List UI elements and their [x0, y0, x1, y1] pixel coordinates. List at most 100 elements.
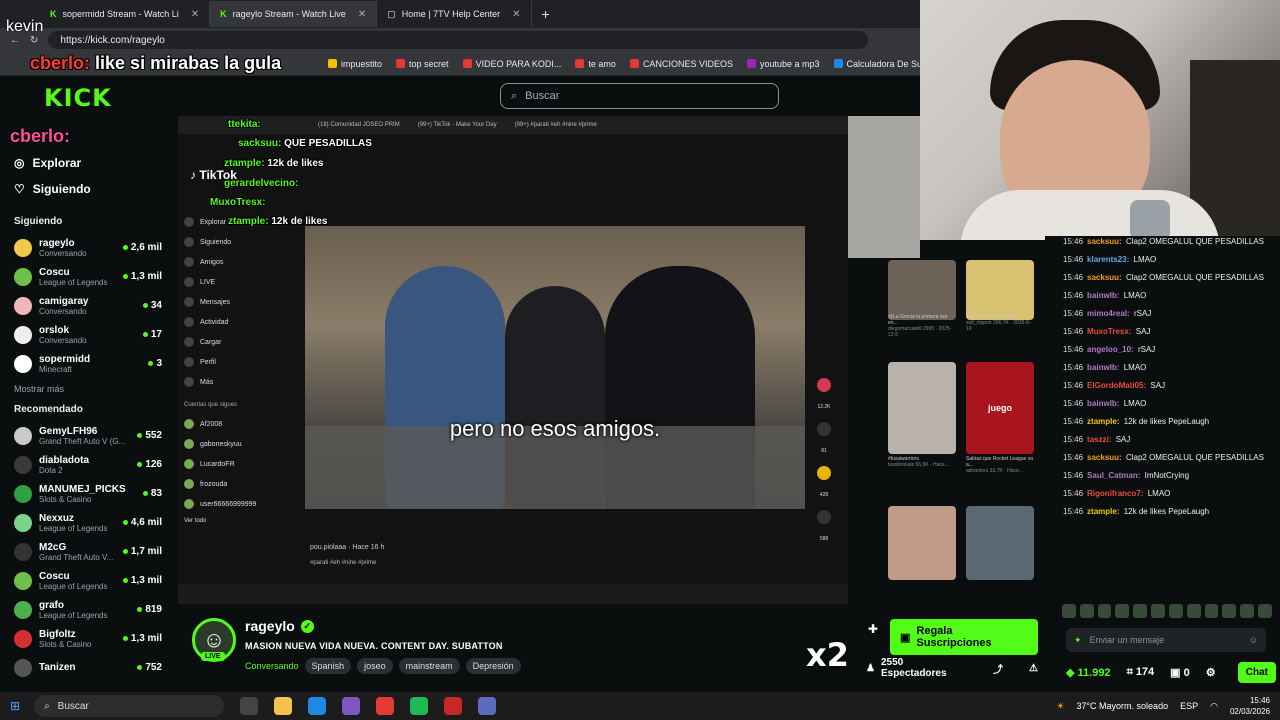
- chat-user[interactable]: ElGordoMati05:: [1087, 381, 1146, 390]
- emote-icon[interactable]: [1133, 604, 1148, 618]
- chat-user[interactable]: Saul_Catman:: [1087, 471, 1140, 480]
- channel-row[interactable]: Tanizen 752: [14, 653, 162, 682]
- gift-count[interactable]: ▣ 0: [1170, 666, 1190, 679]
- emote-icon[interactable]: [1258, 604, 1272, 618]
- channel-info: Coscu League of Legends: [39, 267, 116, 287]
- bookmark[interactable]: CANCIONES VIDEOS: [629, 59, 733, 69]
- channel-name[interactable]: rageylo: [245, 618, 295, 634]
- bookmark[interactable]: VIDEO PARA KODI...: [462, 59, 561, 69]
- chat-user[interactable]: bainwlb:: [1087, 363, 1119, 372]
- stream-tag[interactable]: mainstream: [398, 658, 460, 674]
- emote-icon[interactable]: [1062, 604, 1076, 618]
- chrome-icon[interactable]: [376, 697, 395, 715]
- chat-user[interactable]: bainwlb:: [1087, 291, 1119, 300]
- bookmark[interactable]: youtube a mp3: [746, 59, 820, 69]
- emote-icon[interactable]: [1168, 604, 1183, 618]
- channel-row[interactable]: grafo League of Legends 819: [14, 595, 162, 624]
- emote-icon[interactable]: [1097, 604, 1112, 618]
- channel-row[interactable]: M2cG Grand Theft Auto V... 1,7 mil: [14, 537, 162, 566]
- emote-icon[interactable]: [1222, 604, 1237, 618]
- chat-user[interactable]: ztample:: [1087, 507, 1119, 516]
- channel-row[interactable]: MANUMEJ_PICKS Slots & Casino 83: [14, 479, 162, 508]
- chat-user[interactable]: sacksuu:: [1087, 273, 1122, 282]
- like-icon: [817, 378, 831, 392]
- app-icon[interactable]: [478, 697, 497, 715]
- nav-explore[interactable]: ◎ Explorar: [14, 150, 162, 176]
- app-icon[interactable]: [444, 697, 463, 715]
- channel-row[interactable]: GemyLFH96 Grand Theft Auto V (G... 552: [14, 421, 162, 450]
- chat-user[interactable]: ztample:: [1087, 417, 1119, 426]
- chat-user[interactable]: klarents23:: [1087, 255, 1129, 264]
- chat-user[interactable]: MuxoTresx:: [1087, 327, 1131, 336]
- show-more-link[interactable]: Mostrar más: [14, 384, 162, 394]
- video-player[interactable]: (18) Comunidad JOSEO PRIM (99+) TikTok -…: [178, 116, 848, 604]
- share-icon[interactable]: ⤴: [993, 661, 1003, 676]
- gift-subs-button[interactable]: ▣ Regala Suscripciones: [890, 619, 1038, 655]
- chat-send-button[interactable]: Chat: [1237, 661, 1276, 683]
- channel-row[interactable]: Bigfoltz Slots & Casino 1,3 mil: [14, 624, 162, 653]
- language-indicator[interactable]: ESP: [1180, 701, 1198, 711]
- url-field[interactable]: https://kick.com/rageylo: [48, 31, 869, 49]
- channel-row[interactable]: sopermidd Minecraft 3: [14, 349, 162, 378]
- channel-row[interactable]: rageylo Conversando 2,6 mil: [14, 233, 162, 262]
- stream-tag[interactable]: joseo: [357, 658, 393, 674]
- edge-icon[interactable]: [308, 697, 327, 715]
- chat-user[interactable]: sacksuu:: [1087, 453, 1122, 462]
- file-explorer-icon[interactable]: [274, 697, 293, 715]
- channel-category: Dota 2: [39, 465, 63, 475]
- clock[interactable]: 15:46 02/03/2026: [1230, 695, 1270, 717]
- chat-user[interactable]: bainwlb:: [1087, 399, 1119, 408]
- stream-category[interactable]: Conversando: [245, 661, 299, 671]
- emote-icon[interactable]: [1115, 604, 1130, 618]
- channel-row[interactable]: camigaray Conversando 34: [14, 291, 162, 320]
- back-icon[interactable]: ←: [10, 35, 20, 46]
- nav-following[interactable]: ♡ Siguiendo: [14, 176, 162, 202]
- windows-start-icon[interactable]: ⊞: [10, 699, 20, 713]
- bookmark[interactable]: Calculadora De Su...: [833, 59, 930, 69]
- browser-tab[interactable]: ▢ Home | 7TV Help Center ✕: [377, 1, 532, 27]
- stream-tag[interactable]: Spanish: [304, 658, 352, 674]
- weather-text[interactable]: 37°C Mayorm. soleado: [1076, 701, 1168, 711]
- bookmark[interactable]: impuestito: [328, 59, 382, 69]
- channel-row[interactable]: diabladota Dota 2 126: [14, 450, 162, 479]
- channel-row[interactable]: Coscu League of Legends 1,3 mil: [14, 262, 162, 291]
- emote-icon[interactable]: [1186, 604, 1201, 618]
- windows-search[interactable]: ⌕ Buscar: [34, 695, 225, 717]
- chat-input[interactable]: ✦ Enviar un mensaje ☺: [1066, 628, 1266, 652]
- pinned-count[interactable]: ⌗ 174: [1127, 666, 1155, 679]
- channel-name: diabladota: [39, 454, 90, 466]
- stream-tag[interactable]: Depresión: [465, 658, 521, 674]
- task-view-icon[interactable]: [240, 697, 259, 715]
- points-display[interactable]: ◆ 11.992: [1066, 666, 1111, 679]
- spotify-icon[interactable]: [410, 697, 429, 715]
- channel-row[interactable]: Coscu League of Legends 1,3 mil: [14, 566, 162, 595]
- emote-icon[interactable]: [1079, 604, 1094, 618]
- channel-row[interactable]: orslok Conversando 17: [14, 320, 162, 349]
- chat-user[interactable]: taszzi:: [1087, 435, 1111, 444]
- bookmark[interactable]: te amo: [575, 59, 616, 69]
- wifi-icon[interactable]: ◠: [1210, 701, 1218, 712]
- reload-icon[interactable]: ↻: [30, 35, 38, 46]
- emote-icon[interactable]: [1240, 604, 1255, 618]
- search-input[interactable]: ⌕ Buscar: [500, 83, 779, 109]
- close-tab-icon[interactable]: ✕: [512, 9, 520, 20]
- settings-icon[interactable]: ⚙: [1206, 666, 1216, 679]
- emoji-icon[interactable]: ☺: [1249, 635, 1258, 645]
- bookmark[interactable]: top secret: [396, 59, 449, 69]
- report-icon[interactable]: ⚠: [1029, 663, 1038, 674]
- kick-logo[interactable]: KICK: [44, 84, 112, 112]
- chat-user[interactable]: sacksuu:: [1087, 237, 1122, 246]
- new-tab-button[interactable]: +: [532, 1, 560, 27]
- close-tab-icon[interactable]: ✕: [358, 9, 366, 20]
- close-tab-icon[interactable]: ✕: [191, 9, 199, 20]
- chat-user[interactable]: angeloo_10:: [1087, 345, 1134, 354]
- app-icon[interactable]: [342, 697, 361, 715]
- chat-user[interactable]: Rigonifranco7:: [1087, 489, 1143, 498]
- emote-icon[interactable]: [1151, 604, 1165, 618]
- browser-tab[interactable]: K sopermidd Stream - Watch Li ✕: [40, 1, 211, 27]
- emote-icon[interactable]: [1204, 604, 1219, 618]
- share-icon[interactable]: ✚: [868, 622, 878, 636]
- chat-user[interactable]: mimo4real:: [1087, 309, 1130, 318]
- channel-row[interactable]: Nexxuz League of Legends 4,6 mil: [14, 508, 162, 537]
- browser-tab-active[interactable]: K rageylo Stream - Watch Live ✕: [210, 1, 378, 27]
